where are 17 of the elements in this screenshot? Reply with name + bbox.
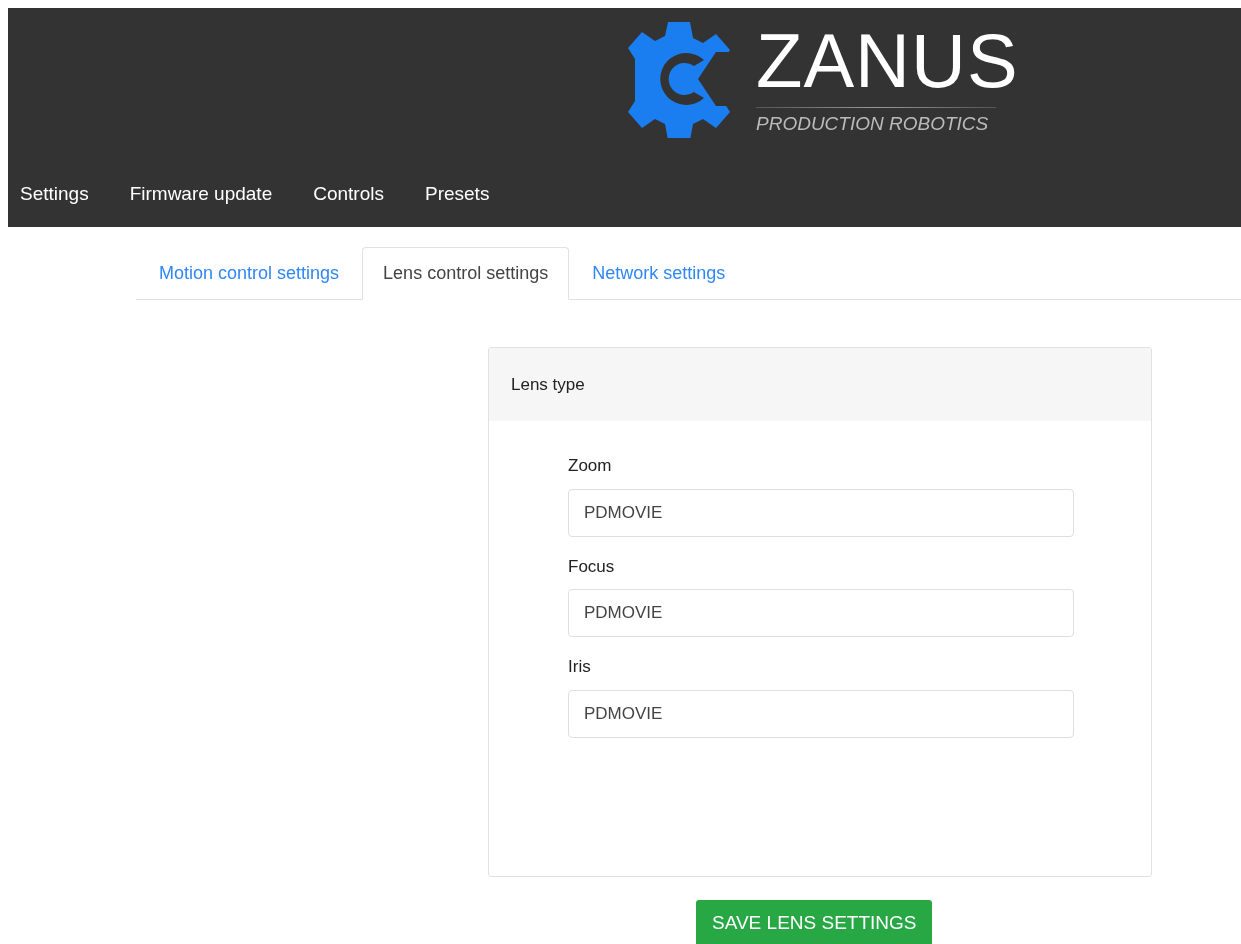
logo-tagline: PRODUCTION ROBOTICS [756, 111, 990, 136]
input-field[interactable]: PDMOVIE [568, 589, 1074, 637]
tab[interactable]: Lens control settings [362, 247, 570, 300]
nav-link[interactable]: Firmware update [129, 180, 273, 209]
nav-link[interactable]: Settings [20, 180, 89, 209]
nav-link[interactable]: Controls [313, 180, 384, 209]
logo-wordmark: ZANUS [756, 22, 1019, 99]
card-title: Lens type [511, 373, 585, 396]
tab[interactable]: Motion control settings [136, 247, 363, 300]
field-label: Iris [568, 656, 592, 678]
field-label: Focus [568, 555, 616, 578]
nav-link[interactable]: Presets [424, 180, 490, 209]
input-field[interactable]: PDMOVIE [568, 689, 1074, 738]
field-label: Zoom [568, 455, 613, 477]
gear-logo-icon [628, 20, 730, 138]
input-field[interactable]: PDMOVIE [568, 488, 1074, 537]
tab[interactable]: Network settings [569, 247, 749, 300]
